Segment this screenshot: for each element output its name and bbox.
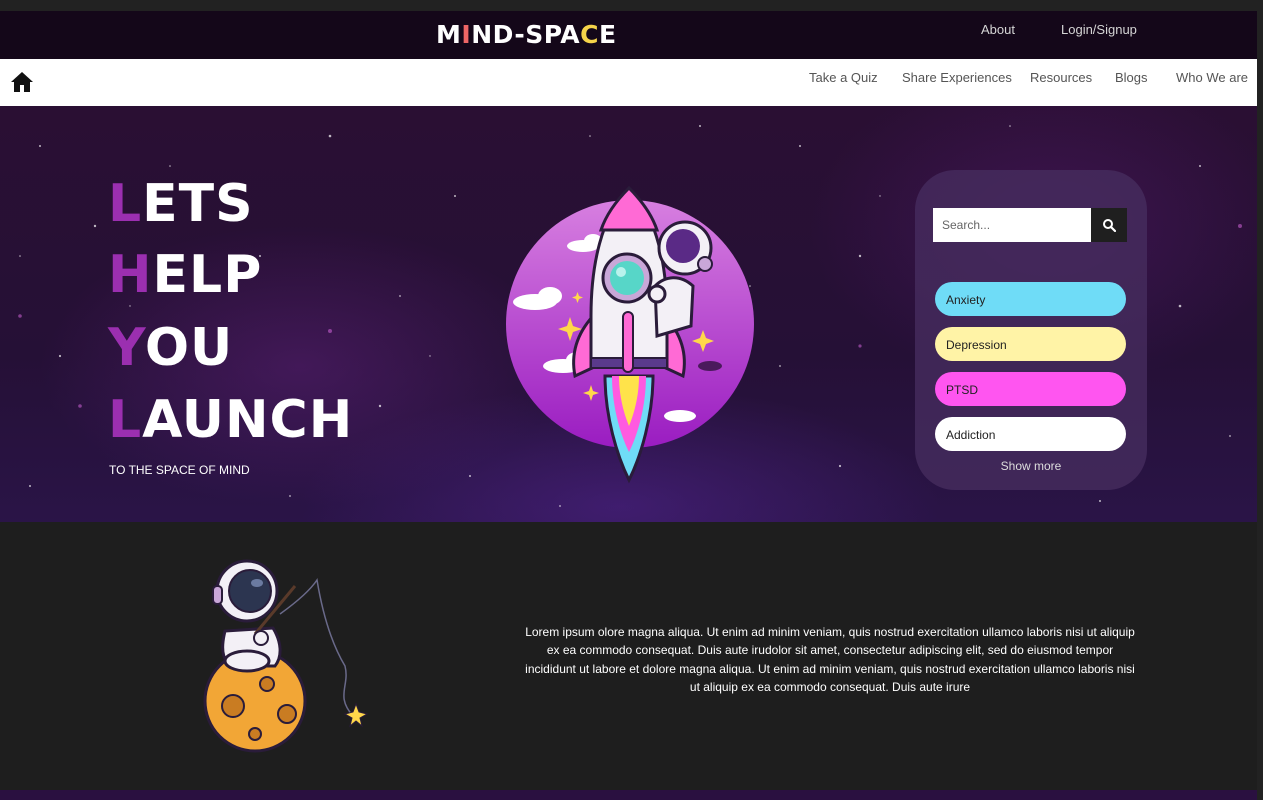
about-description: Lorem ipsum olore magna aliqua. Ut enim … [525, 625, 1135, 694]
logo-rocket-letter: I [461, 20, 472, 49]
home-icon[interactable] [10, 70, 34, 94]
logo-text-end: E [598, 20, 617, 49]
search-button[interactable] [1091, 208, 1127, 242]
next-section-edge [0, 790, 1257, 800]
hero-line-lets: LETS [108, 178, 254, 230]
rocket-astronaut-illustration [506, 186, 754, 484]
search-panel: Anxiety Depression PTSD Addiction Show m… [915, 170, 1147, 490]
topic-ptsd[interactable]: PTSD [935, 372, 1126, 406]
topic-label: PTSD [946, 383, 979, 397]
main-navbar: Take a Quiz Share Experiences Resources … [0, 59, 1257, 106]
hero-cap-letter: L [108, 174, 143, 234]
topic-addiction[interactable]: Addiction [935, 417, 1126, 451]
window-top-strip [0, 0, 1263, 11]
site-logo[interactable]: MIND-SPACE [436, 20, 617, 49]
logo-moon-letter: C [580, 20, 599, 49]
hero-tagline: TO THE SPACE OF MIND [109, 463, 250, 477]
search-input[interactable] [933, 208, 1091, 242]
hero-line-rest: AUNCH [142, 390, 354, 450]
login-signup-link[interactable]: Login/Signup [1061, 22, 1137, 37]
logo-text-start: M [436, 20, 462, 49]
nav-share-experiences[interactable]: Share Experiences [902, 70, 1012, 85]
nav-who-we-are[interactable]: Who We are [1176, 70, 1248, 85]
about-link[interactable]: About [981, 22, 1015, 37]
hero-line-rest: OU [144, 318, 234, 378]
about-section: Lorem ipsum olore magna aliqua. Ut enim … [0, 522, 1257, 790]
hero-line-launch: LAUNCH [108, 394, 353, 446]
topic-label: Depression [946, 338, 1007, 352]
hero-line-rest: ETS [142, 174, 254, 234]
hero-cap-letter: H [108, 245, 153, 305]
topic-label: Anxiety [946, 293, 986, 307]
hero-cap-letter: L [108, 390, 143, 450]
nav-blogs[interactable]: Blogs [1115, 70, 1148, 85]
hero-cap-letter: Y [108, 318, 145, 378]
hero-line-you: YOU [108, 322, 233, 374]
topic-depression[interactable]: Depression [935, 327, 1126, 361]
topic-label: Addiction [946, 428, 996, 442]
hero-line-rest: ELP [152, 245, 263, 305]
nav-resources[interactable]: Resources [1030, 70, 1092, 85]
topic-anxiety[interactable]: Anxiety [935, 282, 1126, 316]
nav-take-a-quiz[interactable]: Take a Quiz [809, 70, 878, 85]
logo-text-middle: ND-SPA [471, 20, 581, 49]
window-right-edge [1257, 0, 1263, 800]
hero-section: LETS HELP YOU LAUNCH TO THE SPACE OF MIN… [0, 106, 1257, 522]
hero-line-help: HELP [108, 249, 262, 301]
show-more-link[interactable]: Show more [915, 459, 1147, 473]
search-icon [1103, 219, 1116, 232]
fishing-astronaut-illustration [203, 559, 369, 753]
